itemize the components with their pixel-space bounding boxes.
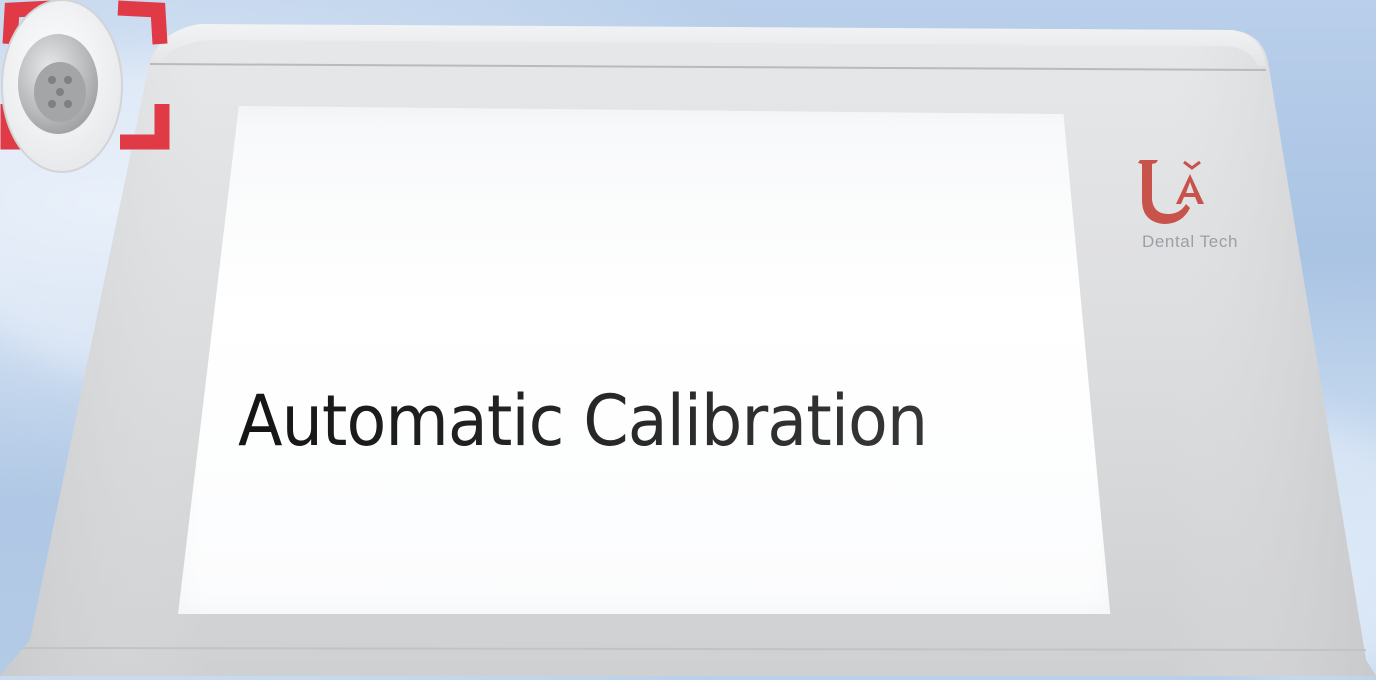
brand-name: Dental Tech	[1141, 232, 1239, 251]
display-screen	[178, 106, 1114, 614]
ua-logo-mark-icon	[1138, 160, 1204, 224]
dental-device: Automatic Calibration Dental Tech	[0, 0, 1376, 676]
ua-logo: Dental Tech	[1120, 150, 1260, 260]
screen-title: Automatic Calibration	[238, 380, 1010, 470]
display-surface	[178, 106, 1111, 614]
connector-port-icon	[1, 0, 123, 173]
